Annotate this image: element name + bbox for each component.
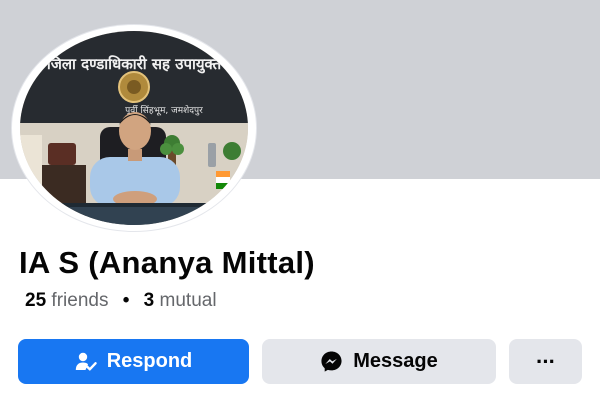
more-dots-icon: ··· [536, 348, 556, 374]
profile-photo-image: जिला दण्डाधिकारी सह उपायुक्त पूर्वी सिंह… [20, 31, 248, 225]
profile-picture[interactable]: जिला दण्डाधिकारी सह उपायुक्त पूर्वी सिंह… [20, 31, 248, 225]
profile-name: IA S (Ananya Mittal) [19, 245, 315, 280]
more-options-button[interactable]: ··· [509, 339, 582, 384]
messenger-icon [320, 350, 343, 373]
respond-button[interactable]: Respond [18, 339, 249, 384]
mutual-count: 3 [143, 290, 155, 311]
mutual-label: mutual [159, 290, 217, 311]
respond-button-label: Respond [106, 350, 193, 372]
friends-count: 25 [25, 290, 47, 311]
friends-stats[interactable]: 25 friends • 3 mutual [25, 290, 217, 312]
friends-label: friends [51, 290, 109, 311]
person-check-icon [75, 351, 97, 373]
message-button-label: Message [353, 350, 438, 372]
stats-separator: • [122, 290, 130, 311]
person-face [119, 112, 151, 150]
message-button[interactable]: Message [262, 339, 496, 384]
